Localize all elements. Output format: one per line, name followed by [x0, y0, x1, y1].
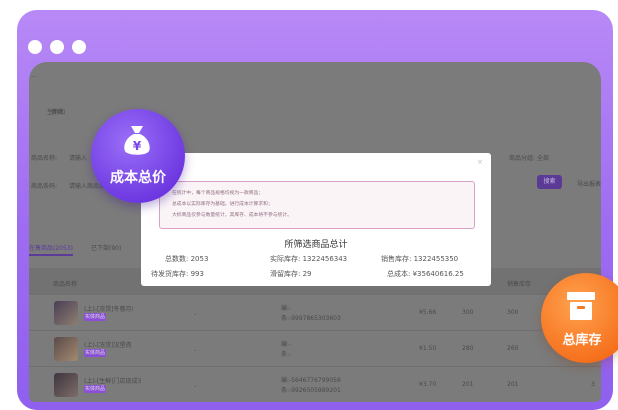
notice-line: 在统计中，每个商品规格均视为一款商品；	[172, 191, 264, 196]
row-barcode: 条:-9926505989201	[281, 387, 341, 394]
total-stock-label: 总库存	[562, 333, 602, 348]
row-barcode: 条:-9997865303603	[281, 315, 341, 322]
row-actual-stock: 300	[462, 309, 474, 316]
money-bag-icon: ¥	[124, 126, 150, 155]
stat-held-stock: 滑留库存: 29	[270, 270, 312, 278]
product-title[interactable]: (上)-[生鲜]门店现成3	[84, 376, 141, 385]
window-dot-2	[50, 40, 64, 54]
product-thumbnail	[54, 373, 78, 397]
row-sale-stock: 260	[507, 345, 519, 352]
filter-code-label: 商品条码:	[31, 183, 58, 190]
box-icon	[567, 292, 595, 320]
col-name-header: 商品名称	[53, 281, 78, 288]
cost-total-label: 成本总价	[110, 170, 166, 186]
svg-text:¥: ¥	[133, 139, 142, 153]
table-row[interactable]: (上)-[冻货]冬蓉月! 实体商品 - 编:- 条:-9997865303603…	[29, 294, 601, 331]
filter-category-select[interactable]: 全部	[537, 153, 549, 162]
table-row[interactable]: (上)-[冻货]汉堡肉 实体商品 - 编:- 条:- ¥1.50 280 260	[29, 330, 601, 367]
window-dot-1	[28, 40, 42, 54]
product-type-tag: 实体商品	[84, 313, 106, 321]
window-dot-3	[72, 40, 86, 54]
stat-actual-stock: 实际库存: 1322456343	[270, 255, 348, 263]
col-sale-stock-header: 销售库存	[507, 281, 532, 288]
filter-name-input[interactable]: 请输入	[69, 153, 87, 162]
close-icon[interactable]: ×	[477, 158, 483, 166]
cost-total-badge: ¥ 成本总价	[91, 109, 185, 203]
summary-modal: × 在统计中，每个商品规格均视为一款商品； 总成本以实际库存为基础，进行成本计算…	[141, 153, 491, 286]
tab-active-indicator	[29, 254, 73, 256]
row-extra: 3	[591, 381, 595, 388]
filter-category-label: 商品分组:	[509, 155, 536, 162]
row-actual-stock: 201	[462, 381, 474, 388]
stat-pending-stock: 待发货库存: 993	[151, 270, 204, 278]
product-title[interactable]: (上)-[冻货]汉堡肉	[84, 340, 132, 349]
stat-total-count: 总数数: 2053	[165, 255, 209, 263]
notice-line: 总成本以实际库存为基础，进行成本计算求和；	[172, 202, 273, 207]
modal-title: 所筛选商品总计	[284, 240, 348, 250]
row-code: 编:-	[281, 341, 292, 348]
product-type-tag: 实体商品	[84, 385, 106, 393]
row-price: ¥3.70	[419, 381, 437, 388]
notice-line: 大标商品仅参与数量统计，其库存、成本将不参与统计。	[172, 213, 292, 218]
stat-sale-stock: 销售库存: 1322455350	[381, 255, 459, 263]
app-header-crumb: ...	[31, 72, 37, 79]
product-type-tag: 实体商品	[84, 349, 106, 357]
row-code: 编:-	[281, 305, 292, 312]
row-actual-stock: 280	[462, 345, 474, 352]
tab-off-shelf[interactable]: 已下架(90)	[91, 243, 121, 252]
breadcrumb-current: 生鲜和	[47, 109, 66, 116]
product-thumbnail	[54, 337, 78, 361]
search-button[interactable]: 搜索	[537, 175, 562, 189]
tab-on-sale[interactable]: 在售商品(2053)	[29, 243, 73, 252]
row-sale-stock: 300	[507, 309, 519, 316]
row-price: ¥1.50	[419, 345, 437, 352]
row-dash: -	[194, 347, 197, 354]
row-price: ¥5.66	[419, 309, 437, 316]
table-row[interactable]: (上)-[生鲜]门店现成3 实体商品 - 编:-5646776799056 条:…	[29, 366, 601, 402]
product-thumbnail	[54, 301, 78, 325]
filter-name-label: 商品名称:	[31, 155, 58, 162]
row-barcode: 条:-	[281, 351, 292, 358]
stat-total-cost: 总成本: ¥35640616.25	[387, 270, 464, 278]
row-dash: -	[194, 311, 197, 318]
row-code: 编:-5646776799056	[281, 377, 341, 384]
product-title[interactable]: (上)-[冻货]冬蓉月!	[84, 304, 134, 313]
row-sale-stock: 201	[507, 381, 519, 388]
row-dash: -	[194, 383, 197, 390]
export-button[interactable]: 导出报表	[577, 179, 601, 188]
notice-box: 在统计中，每个商品规格均视为一款商品； 总成本以实际库存为基础，进行成本计算求和…	[159, 181, 475, 229]
